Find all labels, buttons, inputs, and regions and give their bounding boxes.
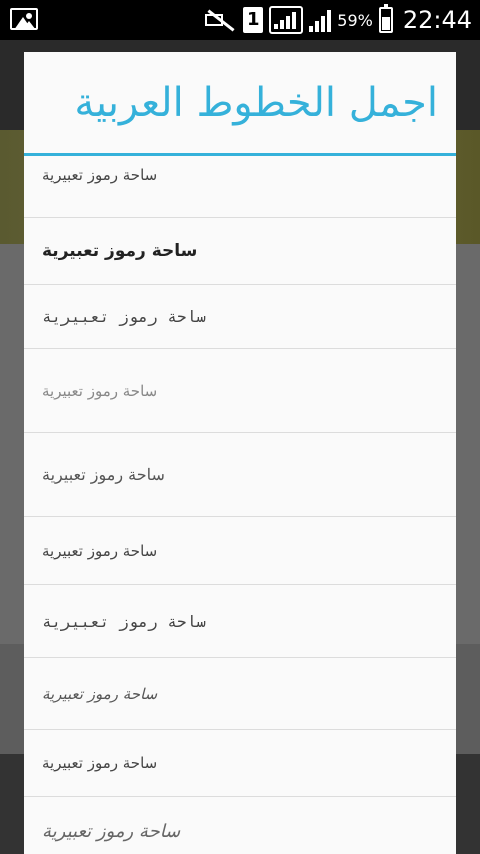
font-list-item-label: ساحة رموز تعبيرية (42, 465, 165, 484)
font-list-item-label: ساحة رموز تعبيرية (42, 754, 158, 772)
font-list-item-label: ساحة رموز تعبيرية (42, 684, 158, 703)
status-bar: 1 59% 22:44 (0, 0, 480, 40)
font-list: ساحة رموز تعبيرية ساحة رموز تعبيرية ساحة… (24, 156, 456, 854)
battery-icon (378, 4, 393, 33)
font-list-item[interactable]: ساحة رموز تعبيرية (24, 585, 456, 658)
font-list-item-label: ساحة رموز تعبيرية (42, 166, 158, 184)
font-list-dialog: اجمل الخطوط العربية ساحة رموز تعبيرية سا… (24, 52, 456, 854)
sim-1-icon: 1 (243, 7, 264, 33)
vibrate-muted-icon (203, 8, 237, 32)
dialog-title-bar: اجمل الخطوط العربية (24, 52, 456, 156)
font-list-item[interactable]: ساحة رموز تعبيرية (24, 658, 456, 730)
font-list-item[interactable]: ساحة رموز تعبيرية (24, 730, 456, 797)
font-list-item[interactable]: ساحة رموز تعبيرية (24, 156, 456, 218)
font-list-item[interactable]: ساحة رموز تعبيرية (24, 349, 456, 433)
font-list-item-label: ساحة رموز تعبيرية (42, 241, 198, 261)
battery-percent: 59% (337, 10, 373, 30)
font-list-item-label: ساحة رموز تعبيرية (42, 821, 181, 842)
clock: 22:44 (402, 6, 472, 34)
font-list-item[interactable]: ساحة رموز تعبيرية (24, 218, 456, 285)
signal-secondary-icon (309, 8, 332, 32)
font-list-item[interactable]: ساحة رموز تعبيرية (24, 517, 456, 585)
gallery-icon (10, 8, 38, 30)
font-list-item[interactable]: ساحة رموز تعبيرية (24, 285, 456, 349)
dialog-title: اجمل الخطوط العربية (74, 79, 438, 126)
font-list-item-label: ساحة رموز تعبيرية (42, 541, 158, 560)
font-list-item-label: ساحة رموز تعبيرية (42, 381, 158, 400)
font-list-item[interactable]: ساحة رموز تعبيرية (24, 797, 456, 854)
font-list-item[interactable]: ساحة رموز تعبيرية (24, 433, 456, 517)
font-list-item-label: ساحة رموز تعبيرية (42, 611, 206, 631)
font-list-item-label: ساحة رموز تعبيرية (42, 307, 206, 326)
signal-icon (269, 6, 304, 34)
